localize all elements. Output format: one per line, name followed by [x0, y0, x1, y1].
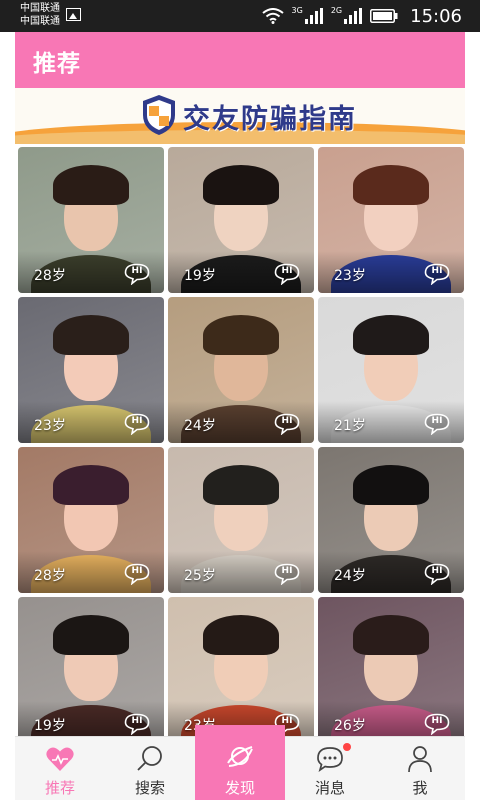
profile-photo-hair [353, 315, 429, 355]
heart-icon [45, 744, 75, 774]
battery-icon [370, 9, 398, 23]
anti-fraud-banner[interactable]: 交友防骗指南 [15, 88, 465, 144]
say-hi-icon[interactable]: HI [124, 713, 150, 735]
profile-card[interactable]: 26岁 HI [318, 597, 464, 736]
tab-discover[interactable]: 发现 [195, 725, 285, 800]
profile-age: 19岁 [34, 718, 66, 734]
profile-age: 28岁 [34, 268, 66, 284]
tab-me[interactable]: 我 [375, 737, 465, 800]
profile-photo-hair [353, 165, 429, 205]
carrier-2: 中国联通 [20, 16, 60, 27]
tab-search[interactable]: 搜索 [105, 737, 195, 800]
tab-messages-label: 消息 [314, 779, 345, 797]
carrier-names: 中国联通 中国联通 [20, 2, 60, 28]
profile-age: 26岁 [334, 718, 366, 734]
profile-age: 21岁 [334, 418, 366, 434]
profile-photo-hair [53, 615, 129, 655]
bottom-tab-bar: 推荐 搜索 发现 消息 我 [15, 725, 465, 800]
say-hi-label: HI [281, 566, 293, 576]
app-screen: 中国联通 中国联通 3G 2G 15:06 推荐 交友防骗指南 28岁 HI 1… [0, 0, 480, 800]
unread-dot [343, 743, 351, 751]
say-hi-icon[interactable]: HI [124, 263, 150, 285]
search-icon [135, 744, 165, 774]
shield-icon [140, 93, 178, 141]
network-type-2: 2G [330, 5, 343, 15]
profile-photo-hair [203, 465, 279, 505]
signal-icon-2 [344, 8, 363, 24]
profile-card[interactable]: 25岁 HI [168, 447, 314, 593]
say-hi-label: HI [431, 416, 443, 426]
say-hi-label: HI [131, 566, 143, 576]
profile-photo-hair [353, 615, 429, 655]
say-hi-icon[interactable]: HI [274, 413, 300, 435]
say-hi-icon[interactable]: HI [274, 263, 300, 285]
profile-age: 25岁 [184, 568, 216, 584]
profile-age: 23岁 [334, 268, 366, 284]
profile-card[interactable]: 19岁 HI [18, 597, 164, 736]
profile-icon [405, 744, 435, 774]
profile-age: 24岁 [184, 418, 216, 434]
say-hi-icon[interactable]: HI [424, 263, 450, 285]
say-hi-icon[interactable]: HI [124, 563, 150, 585]
profile-photo-hair [203, 315, 279, 355]
profile-card[interactable]: 23岁HI [168, 597, 314, 736]
gallery-notification-icon [66, 8, 81, 21]
network-type-1: 3G [291, 5, 303, 15]
profile-age: 23岁 [34, 418, 66, 434]
discover-icon [225, 741, 255, 771]
say-hi-label: HI [431, 716, 443, 726]
say-hi-label: HI [131, 416, 143, 426]
profile-age: 28岁 [34, 568, 66, 584]
tab-discover-label: 发现 [224, 779, 255, 797]
say-hi-label: HI [431, 266, 443, 276]
wifi-icon [261, 8, 284, 24]
profile-card[interactable]: 24岁 HI [318, 447, 464, 593]
say-hi-label: HI [281, 266, 293, 276]
profile-card[interactable]: 23岁 HI [18, 297, 164, 443]
profile-photo-hair [53, 315, 129, 355]
tab-me-label: 我 [412, 779, 428, 797]
profile-card[interactable]: 28岁 HI [18, 147, 164, 293]
profile-grid: 28岁 HI 19岁 HI 23岁 HI 23岁 HI 24岁 HI 21岁 HI 28岁 HI 25岁 HI… [15, 144, 465, 736]
profile-age: 19岁 [184, 268, 216, 284]
profile-age: 24岁 [334, 568, 366, 584]
profile-photo-hair [203, 165, 279, 205]
tab-messages[interactable]: 消息 [285, 737, 375, 800]
tab-search-label: 搜索 [134, 779, 165, 797]
say-hi-label: HI [131, 716, 143, 726]
profile-card[interactable]: 19岁 HI [168, 147, 314, 293]
profile-photo-hair [53, 465, 129, 505]
say-hi-icon[interactable]: HI [274, 563, 300, 585]
clock: 15:06 [410, 5, 462, 27]
profile-card[interactable]: 23岁 HI [318, 147, 464, 293]
profile-photo-hair [353, 465, 429, 505]
say-hi-icon[interactable]: HI [424, 413, 450, 435]
profile-card[interactable]: 24岁 HI [168, 297, 314, 443]
say-hi-label: HI [431, 566, 443, 576]
say-hi-icon[interactable]: HI [124, 413, 150, 435]
profile-photo-hair [53, 165, 129, 205]
tab-recommend[interactable]: 推荐 [15, 737, 105, 800]
say-hi-icon[interactable]: HI [424, 713, 450, 735]
say-hi-label: HI [281, 416, 293, 426]
profile-card[interactable]: 21岁 HI [318, 297, 464, 443]
signal-icon-1 [304, 8, 323, 24]
app-header: 推荐 [15, 32, 465, 88]
carrier-1: 中国联通 [20, 3, 60, 14]
banner-title: 交友防骗指南 [183, 104, 357, 135]
message-icon [315, 744, 345, 774]
say-hi-icon[interactable]: HI [424, 563, 450, 585]
status-bar: 中国联通 中国联通 3G 2G 15:06 [0, 0, 480, 32]
profile-card[interactable]: 28岁 HI [18, 447, 164, 593]
page-title: 推荐 [33, 51, 81, 77]
say-hi-label: HI [131, 266, 143, 276]
tab-recommend-label: 推荐 [44, 779, 75, 797]
profile-photo-hair [203, 615, 279, 655]
